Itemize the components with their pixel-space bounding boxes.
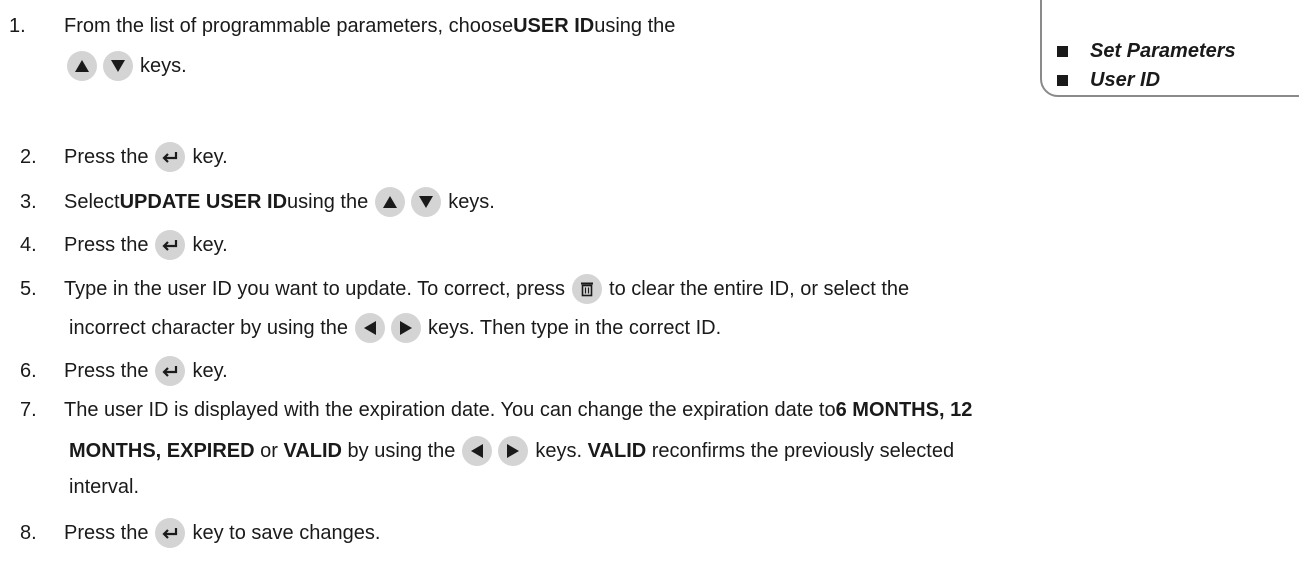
step-text: keys. (535, 440, 588, 462)
step-bold: MONTHS, EXPIRED (69, 440, 255, 462)
left-arrow-key-icon (462, 436, 493, 466)
up-arrow-key-icon (67, 51, 97, 81)
step-1: 1. From the list of programmable paramet… (9, 14, 675, 38)
step-4: 4. Press the key. (20, 230, 228, 260)
step-text: The user ID is displayed with the expira… (64, 399, 836, 421)
step-bold: VALID (283, 440, 342, 462)
step-text: From the list of programmable parameters… (64, 15, 514, 37)
up-arrow-key-icon (375, 187, 406, 217)
left-arrow-key-icon (355, 313, 386, 343)
nav-item-label: Set Parameters (1090, 40, 1236, 62)
step-text: to clear the entire ID, or select the (609, 278, 910, 300)
step-number: 8. (20, 522, 37, 544)
step-5: 5. Type in the user ID you want to updat… (20, 274, 909, 304)
step-number: 7. (20, 399, 37, 421)
step-text: by using the (342, 440, 456, 462)
step-number: 5. (20, 278, 37, 300)
step-3: 3. Select UPDATE USER ID using the keys. (20, 187, 495, 217)
enter-key-icon (155, 230, 186, 260)
step-bold: UPDATE USER ID (119, 191, 288, 213)
step-text: Press the (64, 146, 149, 168)
step-text: Select (64, 191, 120, 213)
step-bold: 6 MONTHS, 12 (835, 399, 973, 421)
step-number: 6. (20, 360, 37, 382)
down-arrow-key-icon (411, 187, 442, 217)
step-8: 8. Press the key to save changes. (20, 518, 380, 548)
step-7: 7. The user ID is displayed with the exp… (20, 398, 972, 422)
step-text: or (254, 440, 284, 462)
step-text: incorrect character by using the (69, 317, 349, 339)
step-1-line-2: keys. (66, 51, 187, 81)
enter-key-icon (155, 356, 186, 386)
step-6: 6. Press the key. (20, 356, 228, 386)
step-text: using the (287, 191, 369, 213)
step-7-line-3: interval. (69, 475, 139, 499)
down-arrow-key-icon (103, 51, 133, 81)
step-text: keys. (140, 55, 187, 77)
step-bold: VALID (587, 440, 647, 462)
step-text: reconfirms the previously selected (646, 440, 955, 462)
bullet-square-icon (1057, 46, 1068, 57)
step-7-line-2: MONTHS, EXPIRED or VALID by using the ke… (69, 436, 954, 466)
step-text: key. (192, 360, 228, 382)
nav-item-user-id: User ID (1057, 69, 1160, 92)
step-text: Press the (64, 522, 149, 544)
step-2: 2. Press the key. (20, 142, 228, 172)
step-number: 1. (9, 15, 26, 37)
right-arrow-key-icon (498, 436, 529, 466)
step-text: Press the (64, 234, 149, 256)
step-text: using the (594, 15, 676, 37)
step-text: key. (192, 234, 228, 256)
step-text: Press the (64, 360, 149, 382)
step-text: keys. (448, 191, 495, 213)
nav-item-label: User ID (1090, 69, 1161, 91)
enter-key-icon (155, 518, 186, 548)
step-text: keys. Then type in the correct ID. (428, 317, 722, 339)
nav-item-set-parameters: Set Parameters (1057, 40, 1236, 63)
right-arrow-key-icon (391, 313, 422, 343)
step-bold: USER ID (513, 15, 595, 37)
trash-key-icon (572, 274, 603, 304)
step-number: 4. (20, 234, 37, 256)
step-number: 2. (20, 146, 37, 168)
step-5-line-2: incorrect character by using the keys. T… (69, 313, 721, 343)
bullet-square-icon (1057, 75, 1068, 86)
step-text: Type in the user ID you want to update. … (64, 278, 566, 300)
enter-key-icon (155, 142, 186, 172)
step-text: key to save changes. (192, 522, 381, 544)
step-number: 3. (20, 191, 37, 213)
step-text: key. (192, 146, 228, 168)
step-text: interval. (69, 476, 140, 498)
